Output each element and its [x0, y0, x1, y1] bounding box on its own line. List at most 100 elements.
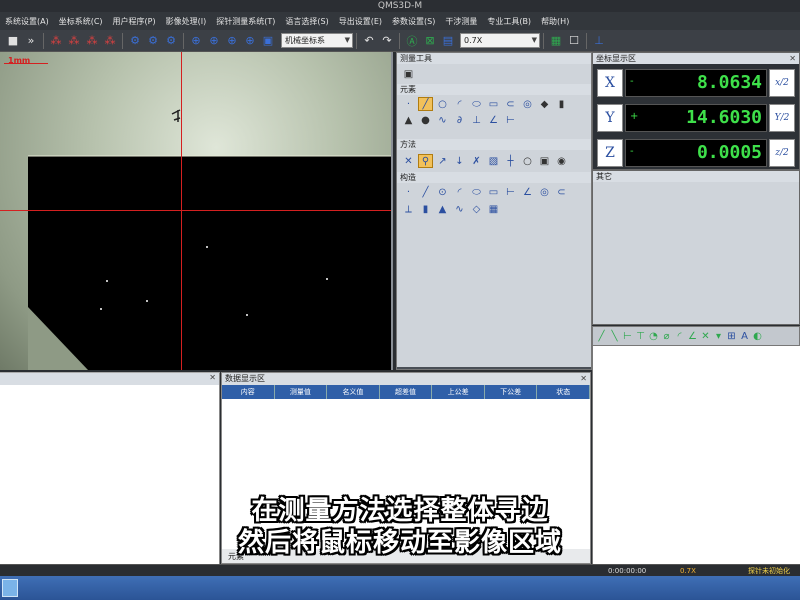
close-icon[interactable]: ✕: [580, 373, 587, 385]
grid-icon[interactable]: ▦: [548, 33, 564, 49]
construct-plane-icon[interactable]: ⟂: [401, 202, 416, 216]
draw-cross-icon[interactable]: ✕: [700, 329, 711, 343]
construct-point-icon[interactable]: ·: [401, 185, 416, 199]
half-y-button[interactable]: Y/2: [769, 104, 795, 132]
align-icon[interactable]: ⚙: [127, 33, 143, 49]
menu-export-settings[interactable]: 导出设置(E): [334, 16, 387, 27]
menu-language[interactable]: 语言选择(S): [280, 16, 333, 27]
image-viewport[interactable]: 1mm: [0, 52, 393, 370]
construct-grid-icon[interactable]: ▦: [486, 202, 501, 216]
construct-cone-icon[interactable]: ▲: [435, 202, 450, 216]
construct-distance-icon[interactable]: ⊢: [503, 185, 518, 199]
angle-icon[interactable]: ∠: [486, 113, 501, 127]
column-nominal[interactable]: 名义值: [327, 385, 380, 399]
checkbox-icon[interactable]: ☐: [566, 33, 582, 49]
axis-label-x[interactable]: X: [597, 69, 623, 97]
arc-icon[interactable]: ◜: [452, 97, 467, 111]
construct-rect-icon[interactable]: ▭: [486, 185, 501, 199]
spline-icon[interactable]: ∂: [452, 113, 467, 127]
axes-icon[interactable]: ⊥: [591, 33, 607, 49]
construct-circle-icon[interactable]: ⊙: [435, 185, 450, 199]
menu-parameter-settings[interactable]: 参数设置(S): [387, 16, 440, 27]
axis-label-z[interactable]: Z: [597, 139, 623, 167]
construct-ellipse-icon[interactable]: ⬭: [469, 185, 484, 199]
edge-find-icon[interactable]: ⚲: [418, 154, 433, 168]
column-content[interactable]: 内容: [222, 385, 275, 399]
redo-icon[interactable]: ↷: [379, 33, 395, 49]
axis-label-y[interactable]: Y: [597, 104, 623, 132]
zoom-fit-icon[interactable]: ⊞: [726, 329, 737, 343]
draw-arc-icon[interactable]: ◜: [674, 329, 685, 343]
app-taskbar-icon[interactable]: [2, 579, 18, 597]
menu-image-processing[interactable]: 影像处理(I): [161, 16, 212, 27]
origin-x-icon[interactable]: ⊕: [206, 33, 222, 49]
zoom-select[interactable]: 0.7X ▼: [460, 33, 540, 48]
edge-line-icon[interactable]: ↓: [452, 154, 467, 168]
half-x-button[interactable]: x/2: [769, 69, 795, 97]
rectangle-icon[interactable]: ▭: [486, 97, 501, 111]
text-annotation-icon[interactable]: A: [739, 329, 750, 343]
origin-icon[interactable]: ⊕: [188, 33, 204, 49]
construct-tag-icon[interactable]: ◇: [469, 202, 484, 216]
chevron-down-icon[interactable]: ▾: [713, 329, 724, 343]
image-capture-icon[interactable]: ▤: [440, 33, 456, 49]
color-icon[interactable]: ◐: [752, 329, 763, 343]
column-deviation[interactable]: 超差值: [380, 385, 433, 399]
construct-cylinder-icon[interactable]: ▮: [418, 202, 433, 216]
box-probe-icon[interactable]: ▧: [486, 154, 501, 168]
point-icon[interactable]: ·: [401, 97, 416, 111]
curve-icon[interactable]: ∿: [435, 113, 450, 127]
construct-slot-icon[interactable]: ⊂: [554, 185, 569, 199]
circle-icon[interactable]: ○: [435, 97, 450, 111]
cross-probe-icon[interactable]: ✗: [469, 154, 484, 168]
align-x-icon[interactable]: ⚙: [145, 33, 161, 49]
draw-width-icon[interactable]: ⊢: [622, 329, 633, 343]
draw-line-icon[interactable]: ╱: [596, 329, 607, 343]
construct-line-icon[interactable]: ╱: [418, 185, 433, 199]
draw-radius-icon[interactable]: ◔: [648, 329, 659, 343]
close-icon[interactable]: ✕: [789, 53, 796, 64]
origin-z-icon[interactable]: ⊕: [242, 33, 258, 49]
manual-point-icon[interactable]: ✕: [401, 154, 416, 168]
undo-icon[interactable]: ↶: [361, 33, 377, 49]
menu-system-settings[interactable]: 系统设置(A): [0, 16, 54, 27]
plus-probe-icon[interactable]: ┼: [503, 154, 518, 168]
construct-curve-icon[interactable]: ∿: [452, 202, 467, 216]
edge-point-icon[interactable]: ↗: [435, 154, 450, 168]
coord-system-select[interactable]: 机械坐标系 ▼: [281, 33, 353, 48]
ellipse-icon[interactable]: ⬭: [469, 97, 484, 111]
menu-coordinate-system[interactable]: 坐标系统(C): [54, 16, 108, 27]
point-measure-icon[interactable]: ⁂: [48, 33, 64, 49]
save-icon[interactable]: ▣: [260, 33, 276, 49]
expand-icon[interactable]: »: [23, 33, 39, 49]
cylinder-icon[interactable]: ▮: [554, 97, 569, 111]
diamond-icon[interactable]: ◆: [537, 97, 552, 111]
column-measured[interactable]: 测量值: [275, 385, 328, 399]
draw-angle-icon[interactable]: ∠: [687, 329, 698, 343]
column-lower-tol[interactable]: 下公差: [485, 385, 538, 399]
text-tool-icon[interactable]: Ⓐ: [404, 33, 420, 49]
frame-probe-icon[interactable]: ▣: [537, 154, 552, 168]
text-box-icon[interactable]: ⊠: [422, 33, 438, 49]
construct-arc-icon[interactable]: ◜: [452, 185, 467, 199]
draw-height-icon[interactable]: ⊤: [635, 329, 646, 343]
align-y-icon[interactable]: ⚙: [163, 33, 179, 49]
point-delete-icon[interactable]: ⁂: [102, 33, 118, 49]
slot-icon[interactable]: ⊂: [503, 97, 518, 111]
point-edit-icon[interactable]: ⁂: [84, 33, 100, 49]
menu-help[interactable]: 帮助(H): [536, 16, 574, 27]
sphere-icon[interactable]: ●: [418, 113, 433, 127]
menu-pro-tools[interactable]: 专业工具(B): [482, 16, 536, 27]
camera-icon[interactable]: ▣: [401, 67, 416, 81]
half-z-button[interactable]: z/2: [769, 139, 795, 167]
construct-ring-icon[interactable]: ◎: [537, 185, 552, 199]
menu-user-program[interactable]: 用户程序(P): [108, 16, 161, 27]
target-probe-icon[interactable]: ◉: [554, 154, 569, 168]
cone-icon[interactable]: ▲: [401, 113, 416, 127]
ring-icon[interactable]: ◎: [520, 97, 535, 111]
close-icon[interactable]: ✕: [209, 373, 216, 382]
construct-angle-icon[interactable]: ∠: [520, 185, 535, 199]
stop-icon[interactable]: ■: [5, 33, 21, 49]
origin-y-icon[interactable]: ⊕: [224, 33, 240, 49]
draw-slash-icon[interactable]: ╲: [609, 329, 620, 343]
